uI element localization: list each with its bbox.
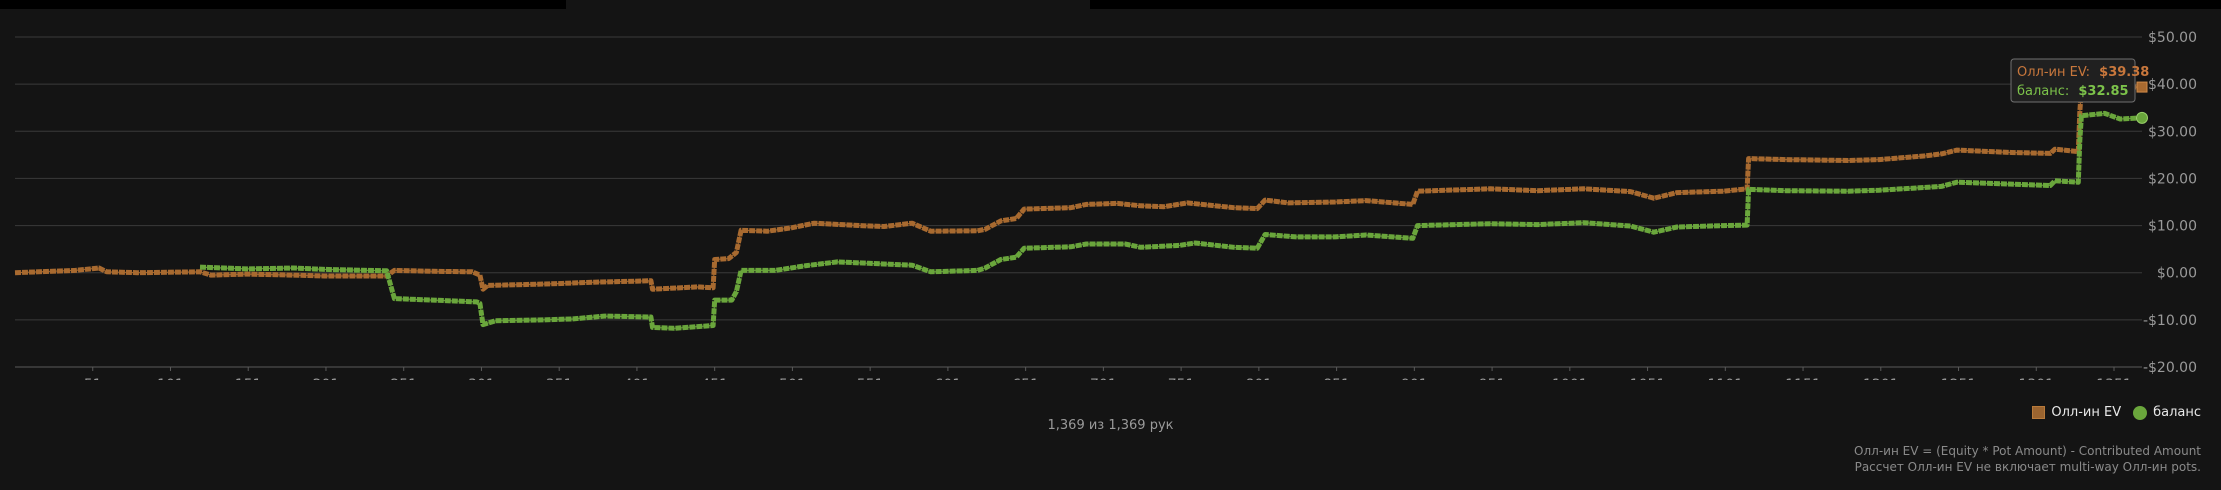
series-lines [14,81,2148,331]
series-line [199,110,2143,331]
x-axis-ticks: 51 101 151 201 251 301 351 401 451 501 551 601 651 70… [84,367,2132,380]
x-tick-label: 651 [1012,377,1039,380]
x-tick-label: 1101 [1707,377,1743,380]
x-tick-label: 301 [468,377,495,380]
tooltip-ev-value: $39.38 [2099,65,2149,80]
x-tick-label: 951 [1479,377,1506,380]
x-tick-label: 251 [390,377,417,380]
x-tick-label: 601 [935,377,962,380]
y-tick-label: -$20.00 [2143,360,2197,376]
last-point-marker [2136,111,2148,124]
series-line [14,84,2143,292]
last-point-marker [2136,81,2148,93]
x-tick-label: 151 [235,377,262,380]
x-tick-label: 1351 [2096,377,2132,380]
y-tick-label: $30.00 [2148,124,2197,140]
x-tick-label: 801 [1245,377,1272,380]
tooltip-ev-label: Олл-ин EV: [2017,65,2090,80]
series-line-core [14,86,2143,291]
chart-tooltip: Олл-ин EV: $39.38 баланс: $32.85 [2010,58,2149,103]
x-tick-label: 1201 [1863,377,1899,380]
footnote-line-2: Рассчет Олл-ин EV не включает multi-way … [1854,460,2201,474]
y-tick-label: $20.00 [2148,171,2197,187]
x-tick-label: 101 [157,377,184,380]
series-balance [199,110,2148,331]
y-tick-label: $10.00 [2148,219,2197,235]
x-tick-label: 451 [701,377,728,380]
y-tick-label: $40.00 [2148,77,2197,93]
x-tick-label: 201 [313,377,340,380]
x-tick-label: 1151 [1785,377,1821,380]
y-axis-ticks: $50.00 $40.00 $30.00 $20.00 $10.00 $0.00 -$10.… [2143,30,2197,376]
series-allin-ev [14,81,2148,292]
footnote: Олл-ин EV = (Equity * Pot Amount) - Cont… [1854,443,2201,475]
x-tick-label: 1051 [1630,377,1666,380]
x-tick-label: 501 [779,377,806,380]
tooltip-balance-value: $32.85 [2078,84,2128,99]
x-tick-label: 851 [1323,377,1350,380]
y-tick-label: $50.00 [2148,30,2197,46]
x-tick-label: 1251 [1941,377,1977,380]
x-tick-label: 1301 [2018,377,2054,380]
x-tick-label: 1001 [1552,377,1588,380]
x-tick-label: 51 [84,377,102,380]
tooltip-balance-label: баланс: [2017,84,2069,99]
series-line-core [199,112,2143,329]
balance-chart: 51 101 151 201 251 301 351 401 451 501 551 601 651 70… [14,30,2197,380]
footnote-line-1: Олл-ин EV = (Equity * Pot Amount) - Cont… [1854,444,2201,458]
x-tick-label: 901 [1401,377,1428,380]
x-tick-label: 401 [624,377,651,380]
y-tick-label: -$10.00 [2143,313,2197,329]
x-tick-label: 551 [857,377,884,380]
y-tick-label: $0.00 [2157,266,2197,282]
grid-lines [15,36,2142,368]
hands-count: 1,369 из 1,369 рук [1047,418,1174,433]
x-tick-label: 701 [1090,377,1117,380]
x-tick-label: 351 [546,377,573,380]
x-tick-label: 751 [1168,377,1195,380]
